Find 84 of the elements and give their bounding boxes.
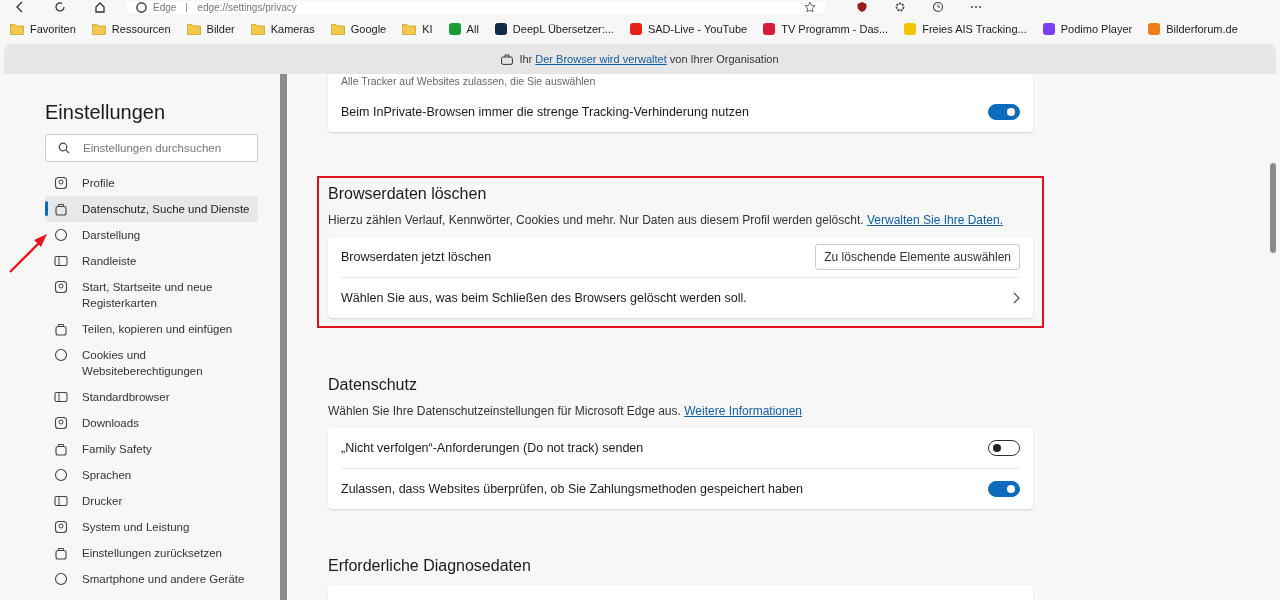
setting-label: „Nicht verfolgen“-Anforderungen (Do not track) senden bbox=[341, 441, 644, 455]
bookmark-item[interactable]: Favoriten bbox=[10, 23, 76, 35]
menu-item-icon bbox=[54, 390, 68, 404]
folder-icon bbox=[186, 23, 201, 35]
search-icon bbox=[58, 142, 70, 154]
setting-label: Zulassen, dass Websites überprüfen, ob Sie Zahlungsmethoden gespeichert haben bbox=[341, 482, 803, 496]
setting-hint: Alle Tracker auf Websites zulassen, die Sie auswählen bbox=[341, 74, 597, 89]
menu-item-icon bbox=[54, 348, 68, 362]
sidebar-item[interactable]: Cookies und Websiteberechtigungen bbox=[45, 342, 258, 384]
choose-items-button[interactable]: Zu löschende Elemente auswählen bbox=[815, 244, 1020, 270]
sidebar-item[interactable]: Standardbrowser bbox=[45, 384, 258, 410]
sidebar-item[interactable]: Profile bbox=[45, 170, 258, 196]
folder-icon bbox=[330, 23, 345, 35]
bookmark-item[interactable]: Google bbox=[330, 23, 387, 35]
folder-icon bbox=[402, 23, 417, 35]
menu-item-icon bbox=[54, 228, 68, 242]
sidebar-item[interactable]: Datenschutz, Suche und Dienste bbox=[45, 196, 258, 222]
section-link[interactable]: Weitere Informationen bbox=[684, 404, 803, 418]
refresh-icon[interactable] bbox=[54, 1, 66, 13]
sidebar-item[interactable]: Family Safety bbox=[45, 436, 258, 462]
bookmark-item[interactable]: Freies AIS Tracking... bbox=[904, 23, 1027, 35]
address-text: edge://settings/privacy bbox=[197, 1, 297, 13]
managed-browser-link[interactable]: Der Browser wird verwaltet bbox=[535, 53, 667, 65]
annotation-arrow bbox=[7, 232, 49, 274]
menu-item-icon bbox=[54, 202, 68, 216]
toggle-switch[interactable] bbox=[988, 440, 1020, 456]
sidebar-item[interactable]: Start, Startseite und neue Registerkarten bbox=[45, 274, 258, 316]
home-icon[interactable] bbox=[94, 1, 106, 13]
sidebar-item[interactable]: System und Leistung bbox=[45, 514, 258, 540]
sidebar-item[interactable]: Drucker bbox=[45, 488, 258, 514]
managed-browser-notice: Ihr Der Browser wird verwaltet von Ihrer Organisation bbox=[519, 53, 779, 65]
section-heading: Erforderliche Diagnosedaten bbox=[328, 556, 532, 576]
menu-item-icon bbox=[54, 520, 68, 534]
setting-label: Beim InPrivate-Browsen immer die strenge Tracking-Verhinderung nutzen bbox=[341, 105, 749, 119]
bookmark-item[interactable]: All bbox=[448, 23, 479, 35]
bookmark-item[interactable]: TV Programm - Das... bbox=[763, 23, 889, 35]
sidebar-item[interactable]: Teilen, kopieren und einfügen bbox=[45, 316, 258, 342]
toggle-switch[interactable] bbox=[988, 104, 1020, 120]
menu-item-icon bbox=[54, 572, 68, 586]
folder-icon bbox=[10, 23, 24, 35]
menu-item-icon bbox=[54, 254, 68, 268]
settings-title: Einstellungen bbox=[45, 101, 167, 124]
bookmark-item[interactable]: Kameras bbox=[250, 23, 315, 35]
section-link[interactable]: Verwalten Sie Ihre Daten. bbox=[866, 213, 1004, 227]
menu-item-icon bbox=[54, 280, 68, 294]
folder-icon bbox=[91, 23, 106, 35]
section-heading: Browserdaten löschen bbox=[328, 184, 488, 204]
sidebar-item[interactable]: Downloads bbox=[45, 410, 258, 436]
bookmark-item[interactable]: SAD-Live - YouTube bbox=[629, 23, 748, 35]
shield-icon[interactable] bbox=[856, 1, 868, 13]
scrollbar-thumb[interactable] bbox=[1270, 163, 1276, 253]
setting-label: Browserdaten jetzt löschen bbox=[341, 250, 492, 264]
menu-item-icon bbox=[54, 416, 68, 430]
bookmark-item[interactable]: KI bbox=[402, 23, 433, 35]
setting-label: Wählen Sie aus, was beim Schließen des Browsers gelöscht werden soll. bbox=[341, 291, 747, 305]
bookmark-item[interactable]: DeepL Übersetzer:... bbox=[494, 23, 614, 35]
briefcase-icon bbox=[501, 53, 514, 65]
sidebar-item[interactable]: Einstellungen zurücksetzen bbox=[45, 540, 258, 566]
address-bar[interactable]: Edge edge://settings/privacy bbox=[126, 0, 826, 14]
sidebar-scrollbar[interactable] bbox=[280, 74, 287, 600]
clock-icon[interactable] bbox=[932, 1, 944, 13]
sidebar-item[interactable]: Sprachen bbox=[45, 462, 258, 488]
menu-item-icon bbox=[54, 442, 68, 456]
bookmark-item[interactable]: Bilder bbox=[186, 23, 235, 35]
sidebar-item[interactable]: Smartphone und andere Geräte bbox=[45, 566, 258, 592]
star-icon[interactable] bbox=[804, 1, 816, 13]
bookmark-item[interactable]: Ressourcen bbox=[91, 23, 171, 35]
menu-item-icon bbox=[54, 176, 68, 190]
section-description: Hierzu zählen Verlauf, Kennwörter, Cookies und mehr. Nur Daten aus diesem Profil werden gelöscht. Verwalten Sie Ihre Daten. bbox=[328, 213, 1005, 227]
menu-item-icon bbox=[54, 494, 68, 508]
section-heading: Datenschutz bbox=[328, 375, 418, 395]
bookmark-item[interactable]: Podimo Player bbox=[1042, 23, 1133, 35]
chevron-right-icon[interactable] bbox=[1012, 292, 1020, 304]
menu-item-icon bbox=[54, 322, 68, 336]
menu-item-icon bbox=[54, 546, 68, 560]
menu-item-icon bbox=[54, 468, 68, 482]
sidebar-item[interactable]: Darstellung bbox=[45, 222, 258, 248]
bookmark-item[interactable]: Bilderforum.de bbox=[1148, 23, 1238, 35]
site-label: Edge bbox=[153, 1, 177, 13]
sidebar-item[interactable]: Randleiste bbox=[45, 248, 258, 274]
folder-icon bbox=[250, 23, 265, 35]
section-description: Wählen Sie Ihre Datenschutzeinstellungen für Microsoft Edge aus. Weitere Informationen bbox=[328, 404, 804, 418]
search-field[interactable]: Einstellungen durchsuchen bbox=[45, 134, 258, 162]
toggle-switch[interactable] bbox=[988, 481, 1020, 497]
